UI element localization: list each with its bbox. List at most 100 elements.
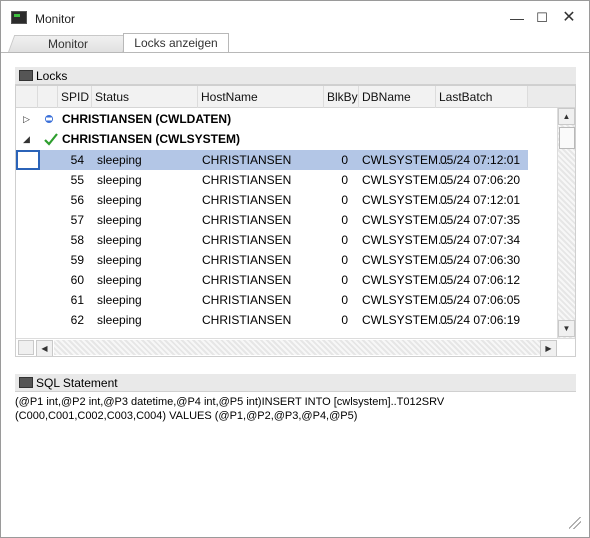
- cell-status: sleeping: [97, 173, 142, 187]
- cell-blkby: 0: [341, 153, 348, 167]
- cell-blkby: 0: [341, 273, 348, 287]
- sql-line-2: (C000,C001,C002,C003,C004) VALUES (@P1,@…: [15, 410, 358, 422]
- row-selector[interactable]: [16, 170, 40, 190]
- vertical-scroll-thumb[interactable]: [559, 127, 575, 149]
- column-header-expander: [16, 86, 38, 108]
- table-row[interactable]: 62 sleeping CHRISTIANSEN 0 CWLSYSTEM... …: [16, 310, 556, 330]
- cell-blkby: 0: [341, 173, 348, 187]
- table-row[interactable]: 54 sleeping CHRISTIANSEN 0 CWLSYSTEM... …: [16, 150, 556, 170]
- monitor-window: Monitor — ☐ ✕ Monitor Locks anzeigen Loc…: [0, 0, 590, 538]
- scroll-left-button[interactable]: ◀: [36, 340, 53, 356]
- column-header-dbname[interactable]: DBName: [359, 86, 436, 108]
- expand-arrow-icon[interactable]: ▷: [23, 109, 30, 129]
- horizontal-scrollbar[interactable]: ◀ ▶: [16, 338, 575, 356]
- checkmark-icon: [44, 133, 58, 146]
- cell-blkby: 0: [341, 253, 348, 267]
- database-icon: [45, 115, 53, 123]
- table-row[interactable]: 57 sleeping CHRISTIANSEN 0 CWLSYSTEM... …: [16, 210, 556, 230]
- cell-hostname: CHRISTIANSEN: [202, 233, 292, 247]
- cell-lastbatch: 05/24 07:06:20: [440, 173, 521, 187]
- grid-corner-button[interactable]: [18, 340, 34, 355]
- tab-divider: [1, 52, 589, 53]
- scroll-up-button[interactable]: ▲: [558, 108, 575, 125]
- cell-spid: 58: [70, 233, 84, 247]
- sql-panel-title: SQL Statement: [36, 376, 118, 390]
- row-selector[interactable]: [16, 290, 40, 310]
- cell-status: sleeping: [97, 313, 142, 327]
- cell-status: sleeping: [97, 273, 142, 287]
- table-row[interactable]: 56 sleeping CHRISTIANSEN 0 CWLSYSTEM... …: [16, 190, 556, 210]
- column-header-hostname[interactable]: HostName: [198, 86, 324, 108]
- cell-spid: 59: [70, 253, 84, 267]
- row-selector[interactable]: [16, 270, 40, 290]
- table-row[interactable]: 60 sleeping CHRISTIANSEN 0 CWLSYSTEM... …: [16, 270, 556, 290]
- cell-blkby: 0: [341, 193, 348, 207]
- column-header-icon: [38, 86, 58, 108]
- row-selector[interactable]: [16, 310, 40, 330]
- sql-panel-header: SQL Statement: [15, 374, 576, 392]
- minimize-button[interactable]: —: [506, 7, 528, 29]
- cell-spid: 54: [70, 153, 84, 167]
- column-header-filler: [528, 86, 575, 108]
- close-button[interactable]: ✕: [558, 7, 580, 29]
- column-header-blkby[interactable]: BlkBy: [324, 86, 359, 108]
- column-header-row: SPID Status HostName BlkBy DBName LastBa…: [16, 86, 528, 108]
- cell-blkby: 0: [341, 213, 348, 227]
- cell-status: sleeping: [97, 293, 142, 307]
- cell-spid: 60: [70, 273, 84, 287]
- resize-grip-icon[interactable]: [569, 517, 581, 529]
- table-row[interactable]: 59 sleeping CHRISTIANSEN 0 CWLSYSTEM... …: [16, 250, 556, 270]
- cell-lastbatch: 05/24 07:06:30: [440, 253, 521, 267]
- cell-status: sleeping: [97, 253, 142, 267]
- sql-statement-text[interactable]: (@P1 int,@P2 int,@P3 datetime,@P4 int,@P…: [15, 395, 576, 423]
- cell-hostname: CHRISTIANSEN: [202, 313, 292, 327]
- group-label: CHRISTIANSEN (CWLSYSTEM): [62, 132, 240, 146]
- group-row-cwldaten[interactable]: ▷ CHRISTIANSEN (CWLDATEN): [16, 109, 556, 129]
- cell-lastbatch: 05/24 07:06:12: [440, 273, 521, 287]
- cell-hostname: CHRISTIANSEN: [202, 153, 292, 167]
- row-selector[interactable]: [16, 210, 40, 230]
- cell-spid: 62: [70, 313, 84, 327]
- scroll-right-button[interactable]: ▶: [540, 340, 557, 356]
- cell-dbname: CWLSYSTEM...: [362, 213, 449, 227]
- column-header-spid[interactable]: SPID: [58, 86, 92, 108]
- cell-spid: 55: [70, 173, 84, 187]
- tab-monitor[interactable]: Monitor: [7, 35, 130, 53]
- column-header-status[interactable]: Status: [92, 86, 198, 108]
- cell-lastbatch: 05/24 07:06:05: [440, 293, 521, 307]
- window-title: Monitor: [35, 12, 76, 26]
- table-row[interactable]: 58 sleeping CHRISTIANSEN 0 CWLSYSTEM... …: [16, 230, 556, 250]
- horizontal-scroll-track[interactable]: [54, 340, 540, 355]
- table-row[interactable]: 55 sleeping CHRISTIANSEN 0 CWLSYSTEM... …: [16, 170, 556, 190]
- cell-dbname: CWLSYSTEM...: [362, 233, 449, 247]
- locks-panel-title: Locks: [36, 69, 68, 83]
- cell-dbname: CWLSYSTEM...: [362, 253, 449, 267]
- collapse-arrow-icon[interactable]: ◢: [23, 129, 30, 149]
- group-row-cwlsystem[interactable]: ◢ CHRISTIANSEN (CWLSYSTEM): [16, 129, 556, 149]
- row-selector[interactable]: [16, 250, 40, 270]
- locks-grid[interactable]: SPID Status HostName BlkBy DBName LastBa…: [15, 85, 576, 357]
- monitor-app-icon: [11, 11, 27, 24]
- tab-strip: Monitor Locks anzeigen: [1, 33, 589, 53]
- row-selector[interactable]: [16, 230, 40, 250]
- cell-lastbatch: 05/24 07:06:19: [440, 313, 521, 327]
- cell-hostname: CHRISTIANSEN: [202, 193, 292, 207]
- scroll-down-button[interactable]: ▼: [558, 320, 575, 337]
- row-selector[interactable]: [16, 150, 40, 170]
- title-bar: Monitor — ☐ ✕: [1, 1, 589, 33]
- cell-status: sleeping: [97, 213, 142, 227]
- maximize-button[interactable]: ☐: [531, 7, 553, 29]
- locks-panel-header: Locks: [15, 67, 576, 85]
- tab-locks-anzeigen[interactable]: Locks anzeigen: [123, 33, 229, 53]
- cell-blkby: 0: [341, 233, 348, 247]
- cell-spid: 57: [70, 213, 84, 227]
- column-header-lastbatch[interactable]: LastBatch: [436, 86, 528, 108]
- vertical-scrollbar[interactable]: ▲ ▼: [557, 108, 575, 338]
- cell-dbname: CWLSYSTEM...: [362, 193, 449, 207]
- cell-lastbatch: 05/24 07:12:01: [440, 193, 521, 207]
- cell-status: sleeping: [97, 153, 142, 167]
- cell-dbname: CWLSYSTEM...: [362, 173, 449, 187]
- table-row[interactable]: 61 sleeping CHRISTIANSEN 0 CWLSYSTEM... …: [16, 290, 556, 310]
- row-selector[interactable]: [16, 190, 40, 210]
- cell-dbname: CWLSYSTEM...: [362, 273, 449, 287]
